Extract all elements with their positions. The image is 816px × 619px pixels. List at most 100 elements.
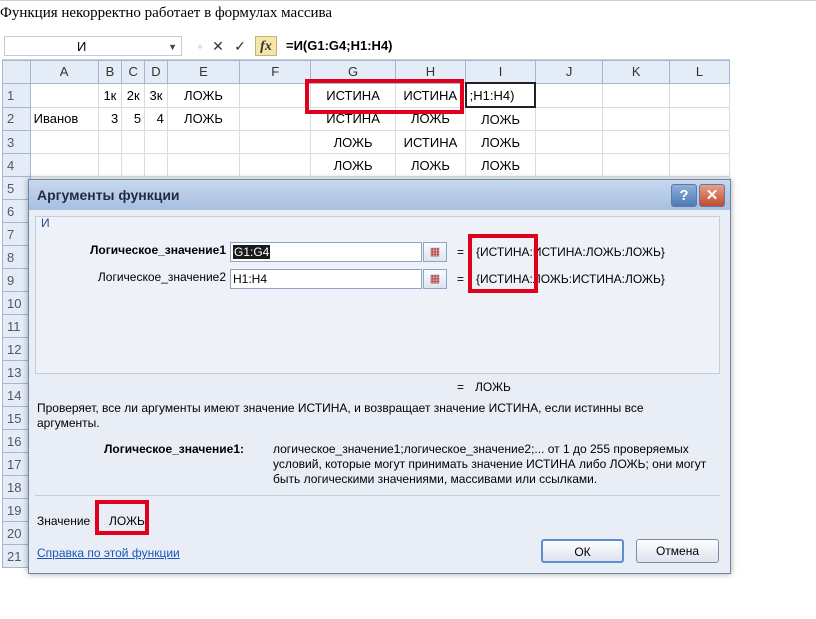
row-header[interactable]: 15 xyxy=(2,406,31,430)
formula-result: ЛОЖЬ xyxy=(475,380,511,394)
row-header[interactable]: 5 xyxy=(2,176,31,200)
row-header[interactable]: 11 xyxy=(2,314,31,338)
cell[interactable]: ЛОЖЬ xyxy=(166,82,241,108)
cell[interactable] xyxy=(239,106,312,131)
cancel-button[interactable]: Отмена xyxy=(636,539,719,563)
row-header[interactable]: 10 xyxy=(2,291,31,315)
row-header[interactable]: 3 xyxy=(2,130,31,154)
highlight-box-results xyxy=(468,234,538,293)
cell[interactable]: ЛОЖЬ xyxy=(310,130,396,154)
column-header[interactable]: B xyxy=(97,60,123,84)
cell[interactable]: 3 xyxy=(97,106,123,131)
row-header[interactable]: 4 xyxy=(2,153,31,177)
active-cell[interactable]: ;H1:H4) xyxy=(464,82,537,108)
cell[interactable]: ЛОЖЬ xyxy=(465,153,536,177)
cell[interactable]: ЛОЖЬ xyxy=(166,106,241,131)
row-header[interactable]: 14 xyxy=(2,383,31,407)
cell[interactable]: 5 xyxy=(121,106,146,131)
cell[interactable] xyxy=(534,106,604,131)
cell[interactable]: ЛОЖЬ xyxy=(310,153,396,177)
column-header[interactable]: I xyxy=(465,60,536,84)
help-icon[interactable]: ? xyxy=(671,184,697,207)
collapse-dialog-icon[interactable]: ▦ xyxy=(423,269,447,289)
function-name: И xyxy=(41,216,50,230)
cell[interactable] xyxy=(534,130,604,154)
cell[interactable] xyxy=(166,153,241,177)
cell[interactable]: Иванов xyxy=(29,106,99,131)
column-header[interactable]: F xyxy=(239,60,312,84)
cell[interactable]: 1к xyxy=(97,82,123,108)
row-header[interactable]: 8 xyxy=(2,245,31,269)
cancel-icon[interactable]: ✕ xyxy=(208,36,228,56)
row-header[interactable]: 13 xyxy=(2,360,31,384)
cell[interactable]: ИСТИНА xyxy=(394,130,467,154)
collapse-dialog-icon[interactable]: ▦ xyxy=(423,242,447,262)
column-header[interactable]: E xyxy=(166,60,241,84)
row-header[interactable]: 20 xyxy=(2,521,31,545)
close-icon[interactable]: ✕ xyxy=(699,184,725,207)
row-header[interactable]: 1 xyxy=(2,82,31,108)
cell[interactable] xyxy=(602,130,670,154)
cell[interactable] xyxy=(534,82,604,108)
ok-button[interactable]: ОК xyxy=(541,539,624,563)
row-header[interactable]: 17 xyxy=(2,452,31,476)
chevron-down-icon[interactable]: ▼ xyxy=(168,37,177,57)
cell[interactable] xyxy=(121,153,146,177)
row-header[interactable]: 19 xyxy=(2,498,31,522)
insert-function-icon[interactable]: fx xyxy=(255,36,277,56)
column-header[interactable]: K xyxy=(602,60,670,84)
cell[interactable] xyxy=(29,153,99,177)
cell[interactable] xyxy=(602,82,670,108)
arg1-input[interactable]: G1:G4 xyxy=(230,242,422,262)
cell[interactable] xyxy=(668,130,730,154)
row-header[interactable]: 21 xyxy=(2,544,31,568)
row-header[interactable]: 16 xyxy=(2,429,31,453)
cell[interactable]: ЛОЖЬ xyxy=(394,153,467,177)
row-header[interactable]: 6 xyxy=(2,199,31,223)
cell[interactable] xyxy=(29,82,99,108)
row-header[interactable]: 9 xyxy=(2,268,31,292)
cell[interactable] xyxy=(668,82,730,108)
cell[interactable] xyxy=(239,82,312,108)
cell[interactable] xyxy=(239,130,312,154)
row-header[interactable]: 2 xyxy=(2,106,31,131)
column-header[interactable]: L xyxy=(668,60,730,84)
cell[interactable] xyxy=(602,153,670,177)
cell[interactable] xyxy=(166,130,241,154)
name-box-value: И xyxy=(77,39,87,54)
highlight-box-cells xyxy=(305,79,464,114)
row-header[interactable]: 12 xyxy=(2,337,31,361)
row-header[interactable]: 18 xyxy=(2,475,31,499)
cell[interactable]: 4 xyxy=(144,106,168,131)
divider xyxy=(35,495,720,496)
cell[interactable] xyxy=(668,106,730,131)
cell[interactable]: ЛОЖЬ xyxy=(465,130,536,154)
enter-icon[interactable]: ✓ xyxy=(230,36,250,56)
cell[interactable] xyxy=(97,130,123,154)
cell[interactable] xyxy=(144,130,168,154)
cell[interactable] xyxy=(29,130,99,154)
arg2-input[interactable]: H1:H4 xyxy=(230,269,422,289)
column-header[interactable]: A xyxy=(29,60,99,84)
cell[interactable] xyxy=(239,153,312,177)
cell[interactable]: 2к xyxy=(121,82,146,108)
result-equals: = xyxy=(457,380,465,394)
row-header[interactable]: 7 xyxy=(2,222,31,246)
cell[interactable]: ЛОЖЬ xyxy=(465,106,536,131)
select-all-corner[interactable] xyxy=(2,60,31,84)
help-link[interactable]: Справка по этой функции xyxy=(37,546,180,560)
cell[interactable] xyxy=(144,153,168,177)
cell[interactable] xyxy=(534,153,604,177)
column-header[interactable]: C xyxy=(121,60,146,84)
cell[interactable] xyxy=(97,153,123,177)
cell[interactable] xyxy=(602,106,670,131)
cell[interactable]: 3к xyxy=(144,82,168,108)
column-header[interactable]: D xyxy=(144,60,168,84)
column-header[interactable]: J xyxy=(534,60,604,84)
table-row: 4 ЛОЖЬ ЛОЖЬ ЛОЖЬ xyxy=(2,153,730,177)
cell[interactable] xyxy=(668,153,730,177)
name-box[interactable]: И ▼ xyxy=(4,36,182,56)
formula-input[interactable]: =И(G1:G4;H1:H4) xyxy=(286,36,393,56)
highlight-box-value xyxy=(95,500,149,535)
cell[interactable] xyxy=(121,130,146,154)
